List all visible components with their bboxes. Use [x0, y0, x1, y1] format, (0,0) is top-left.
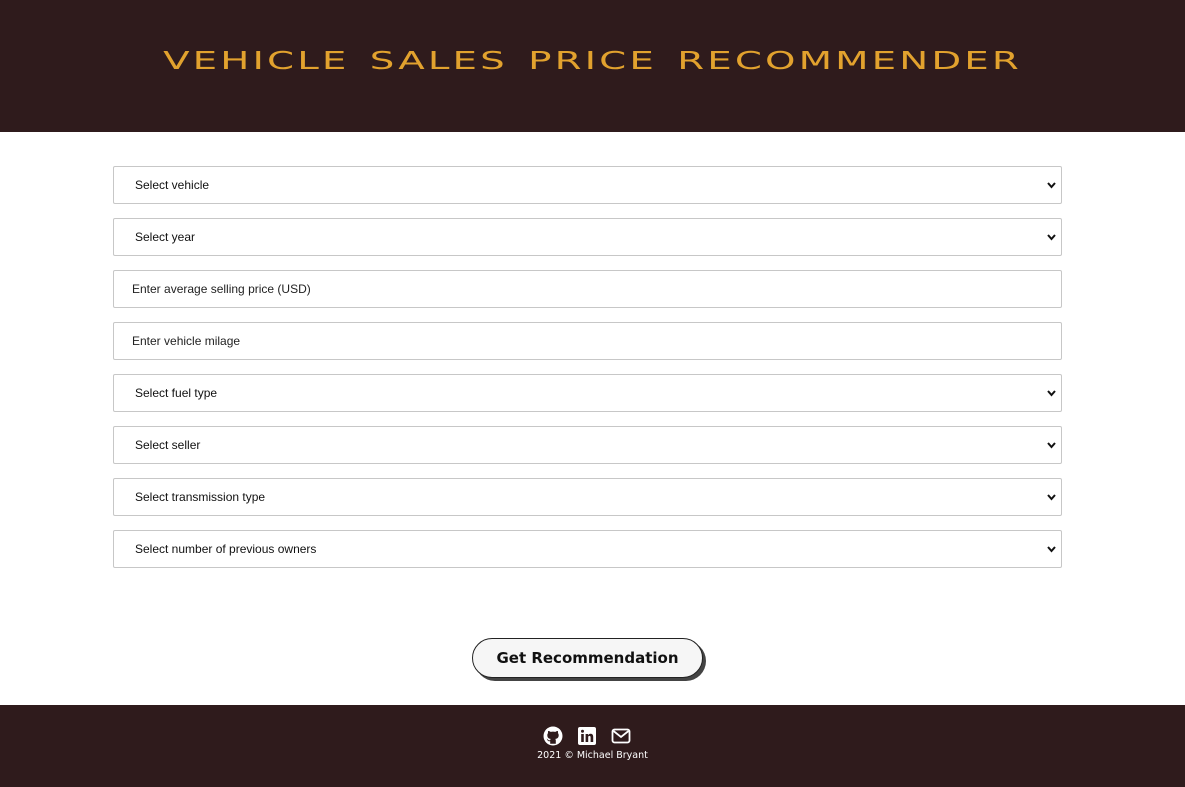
- mail-icon[interactable]: [611, 726, 631, 746]
- vehicle-select[interactable]: Select vehicle: [113, 166, 1062, 204]
- price-input-placeholder: Enter average selling price (USD): [132, 282, 311, 296]
- transmission-select-value: Select transmission type: [135, 490, 266, 504]
- fuel-type-select[interactable]: Select fuel type: [113, 374, 1062, 412]
- page-header: Vehicle Sales Price Recommender: [0, 0, 1185, 132]
- github-icon[interactable]: [543, 726, 563, 746]
- milage-input[interactable]: Enter vehicle milage: [113, 322, 1062, 360]
- vehicle-select-value: Select vehicle: [135, 178, 210, 192]
- page-title: Vehicle Sales Price Recommender: [163, 38, 1022, 78]
- copyright-text: 2021 © Michael Bryant: [537, 750, 648, 761]
- owners-select[interactable]: Select number of previous owners: [113, 530, 1062, 568]
- linkedin-icon[interactable]: [577, 726, 597, 746]
- milage-input-placeholder: Enter vehicle milage: [132, 334, 241, 348]
- price-input[interactable]: Enter average selling price (USD): [113, 270, 1062, 308]
- social-links: [0, 726, 1185, 748]
- year-select-value: Select year: [135, 230, 196, 244]
- owners-select-value: Select number of previous owners: [135, 542, 317, 556]
- transmission-select[interactable]: Select transmission type: [113, 478, 1062, 516]
- seller-select[interactable]: Select seller: [113, 426, 1062, 464]
- get-recommendation-button[interactable]: Get Recommendation: [472, 638, 703, 678]
- chevron-down-icon: [1047, 234, 1056, 241]
- seller-select-value: Select seller: [135, 438, 201, 452]
- fuel-type-select-value: Select fuel type: [135, 386, 218, 400]
- chevron-down-icon: [1047, 442, 1056, 449]
- chevron-down-icon: [1047, 494, 1056, 501]
- chevron-down-icon: [1047, 182, 1056, 189]
- chevron-down-icon: [1047, 546, 1056, 553]
- chevron-down-icon: [1047, 390, 1056, 397]
- page-footer: 2021 © Michael Bryant: [0, 705, 1185, 787]
- year-select[interactable]: Select year: [113, 218, 1062, 256]
